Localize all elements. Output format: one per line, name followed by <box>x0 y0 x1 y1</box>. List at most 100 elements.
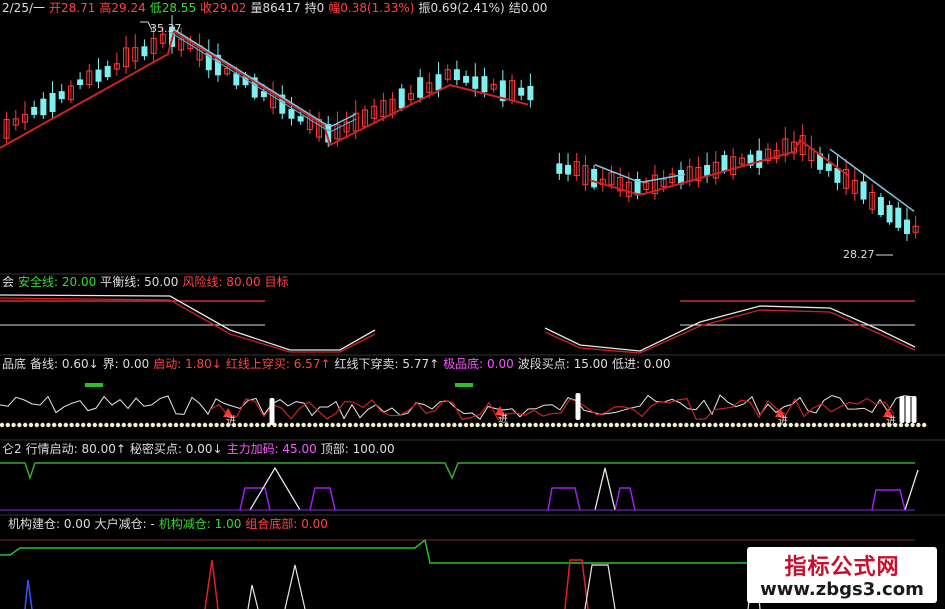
dot-baseline <box>191 422 196 428</box>
dot-baseline <box>748 422 753 428</box>
dot-baseline <box>376 422 382 428</box>
indicator-value: 低进: 0.00 <box>611 357 671 371</box>
dot-baseline <box>666 422 672 428</box>
dot-baseline <box>852 422 857 428</box>
dot-baseline <box>475 422 480 428</box>
candle-body <box>721 155 728 172</box>
combo-bottom-shape <box>204 559 219 609</box>
dot-baseline <box>910 422 915 428</box>
dot-baseline <box>922 422 927 428</box>
dot-baseline <box>156 422 161 428</box>
indicator-value: 低28.55 <box>149 1 197 15</box>
dot-baseline <box>678 422 683 428</box>
buy-marker-label: 进 <box>498 413 508 425</box>
dot-baseline <box>394 422 399 428</box>
dot-baseline <box>521 422 527 428</box>
dot-baseline <box>423 422 428 428</box>
dot-baseline <box>301 422 306 428</box>
dot-baseline <box>840 422 846 428</box>
candle-body <box>58 91 65 100</box>
candle-body <box>886 205 893 223</box>
indicator-line <box>209 397 895 421</box>
dot-baseline <box>614 422 619 428</box>
dot-baseline <box>811 422 817 428</box>
dot-baseline <box>69 422 74 428</box>
dot-baseline <box>481 422 486 428</box>
dot-baseline <box>127 422 132 428</box>
panel3-header: 仑2 行情启动: 80.00↑ 秘密买点: 0.00↓ 主力加码: 45.00 顶部: … <box>2 441 399 457</box>
dot-baseline <box>17 422 22 428</box>
candle-body <box>704 164 711 176</box>
indicator-value: 风险线: 80.00 <box>182 275 261 289</box>
dot-baseline <box>260 422 266 428</box>
buy-marker-label: 进 <box>778 415 788 427</box>
indicator-value: 开28.71 <box>49 1 96 15</box>
dot-baseline <box>672 422 677 428</box>
main-header: 2/25/一 开28.71 高29.24 低28.55 收29.02 量86417 持0 幅0… <box>2 0 551 16</box>
dot-baseline <box>701 422 706 428</box>
dot-baseline <box>353 422 358 428</box>
dot-baseline <box>829 422 834 428</box>
indicator-value: 品底 <box>2 357 27 371</box>
indicator-value: 红线下穿卖: 5.77↑ <box>334 357 440 371</box>
indicator-value: 行情启动: 80.00↑ <box>25 442 126 456</box>
dot-baseline <box>527 422 532 428</box>
indicator-value: 极品底: 0.00 <box>443 357 514 371</box>
dot-baseline <box>487 422 492 428</box>
market-start-line <box>0 462 915 481</box>
indicator-value: 振0.69(2.41%) <box>418 1 505 15</box>
dot-baseline <box>318 422 324 428</box>
indicator-value: 结0.00 <box>508 1 548 15</box>
indicator-value: 高29.24 <box>99 1 146 15</box>
dot-baseline <box>806 422 811 428</box>
dot-baseline <box>858 422 863 428</box>
candle-body <box>556 163 563 174</box>
dot-baseline <box>817 422 822 428</box>
dot-baseline <box>139 422 144 428</box>
main-force-shape <box>547 487 581 511</box>
dot-baseline <box>57 422 63 428</box>
dot-baseline <box>295 422 300 428</box>
indicator-value: 量86417 <box>250 1 301 15</box>
dot-baseline <box>626 422 631 428</box>
candle-body <box>463 76 470 83</box>
dot-baseline <box>632 422 637 428</box>
indicator-value: 机构建仓: 0.00 <box>8 517 91 531</box>
dot-baseline <box>446 422 451 428</box>
dot-baseline <box>104 422 109 428</box>
dot-baseline <box>214 422 219 428</box>
dot-baseline <box>753 422 759 428</box>
dot-baseline <box>562 422 567 428</box>
dot-baseline <box>875 422 880 428</box>
dot-baseline <box>684 422 689 428</box>
dot-baseline <box>742 422 747 428</box>
candle-body <box>417 77 424 98</box>
dot-baseline <box>336 422 341 428</box>
panel2-header: 品底 备线: 0.60↓ 界: 0.00 启动: 1.80↓ 红线上穿买: 6.57↑ 红… <box>2 356 675 372</box>
dot-baseline <box>516 422 521 428</box>
dot-baseline <box>34 422 39 428</box>
dot-baseline <box>707 422 712 428</box>
dot-baseline <box>655 422 660 428</box>
dot-baseline <box>342 422 347 428</box>
dot-baseline <box>771 422 776 428</box>
signal-bar <box>899 396 905 423</box>
dot-baseline <box>249 422 254 428</box>
dot-baseline <box>121 422 127 428</box>
dot-baseline <box>40 422 45 428</box>
dot-baseline <box>492 422 498 428</box>
watermark-title: 指标公式网 <box>784 555 900 580</box>
dot-baseline <box>574 422 579 428</box>
dot-baseline <box>330 422 335 428</box>
dot-baseline <box>417 422 422 428</box>
dot-baseline <box>208 422 213 428</box>
dot-baseline <box>46 422 51 428</box>
dot-baseline <box>359 422 364 428</box>
candle-body <box>903 219 910 235</box>
dot-baseline <box>690 422 695 428</box>
dot-baseline <box>556 422 561 428</box>
bottom-marker <box>85 383 103 387</box>
dot-baseline <box>637 422 643 428</box>
dot-baseline <box>597 422 602 428</box>
dot-baseline <box>5 422 10 428</box>
